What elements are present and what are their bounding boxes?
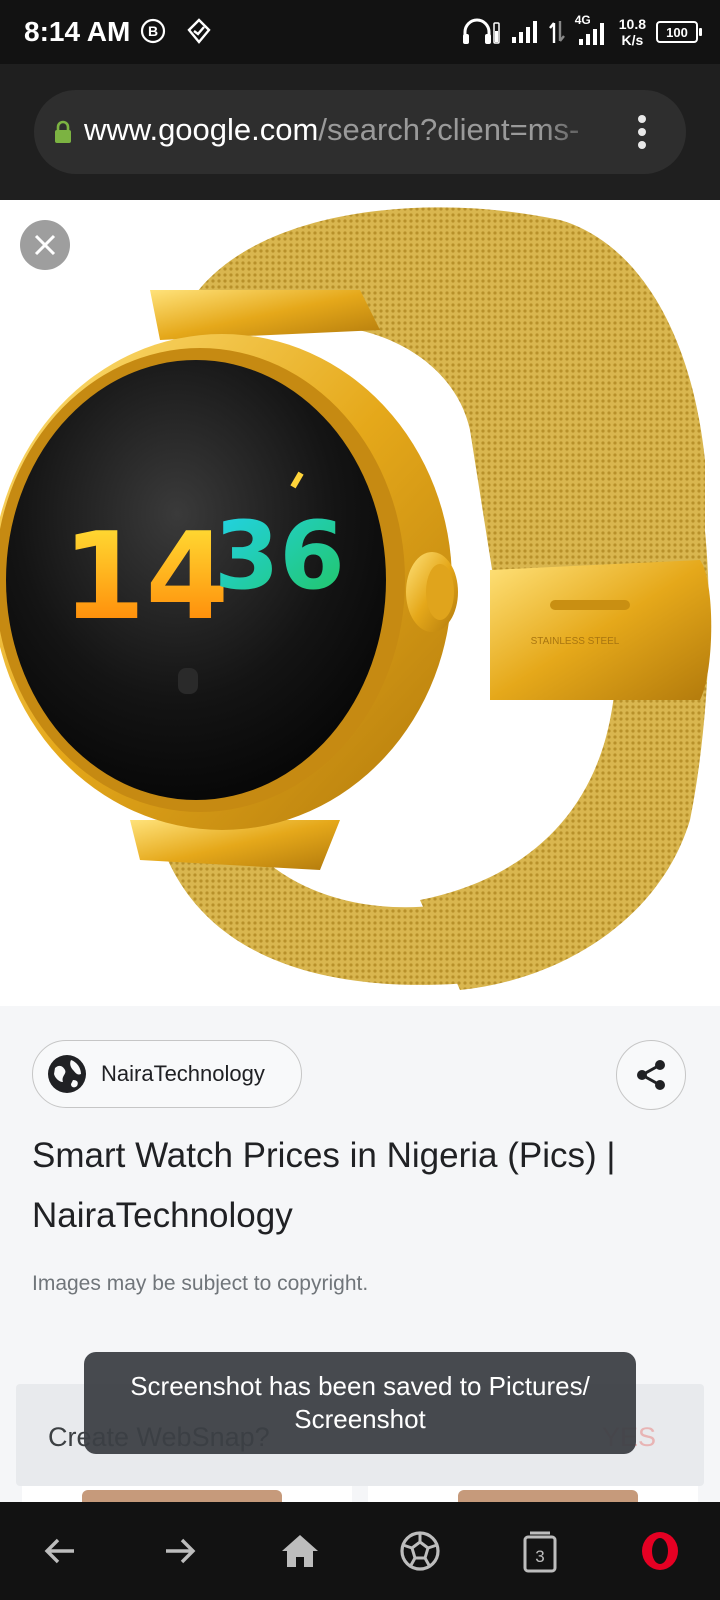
source-name: NairaTechnology bbox=[101, 1061, 265, 1086]
headphones-icon bbox=[462, 18, 500, 44]
back-button[interactable] bbox=[30, 1521, 90, 1581]
result-title[interactable]: Smart Watch Prices in Nigeria (Pics) | N… bbox=[32, 1126, 682, 1246]
clasp-text: STAINLESS STEEL bbox=[531, 636, 620, 647]
more-vert-icon[interactable] bbox=[636, 114, 648, 150]
share-icon bbox=[637, 1060, 665, 1090]
b-circle-icon: B bbox=[140, 18, 166, 44]
tabs-icon: 3 bbox=[523, 1531, 557, 1573]
opera-logo-icon bbox=[642, 1532, 678, 1570]
screenshot-toast: Screenshot has been saved to Pictures/ S… bbox=[84, 1352, 636, 1454]
close-icon bbox=[34, 234, 56, 256]
signal-4g: 4G bbox=[575, 13, 609, 47]
smartwatch-image: STAINLESS STEEL 14 36 bbox=[0, 200, 720, 1006]
arrow-forward-icon bbox=[166, 1538, 196, 1564]
url-path: /search?client=ms- bbox=[318, 112, 580, 147]
related-thumbnail[interactable] bbox=[22, 1486, 352, 1502]
soccer-ball-icon bbox=[400, 1531, 440, 1571]
battery-icon: 100 bbox=[656, 21, 702, 43]
tab-count: 3 bbox=[535, 1547, 544, 1566]
source-chip[interactable]: NairaTechnology bbox=[32, 1040, 302, 1108]
speed-dial-button[interactable] bbox=[390, 1521, 450, 1581]
net-speed-value: 10.8 bbox=[618, 16, 646, 32]
toast-line1: Screenshot has been saved to Pictures/ bbox=[130, 1371, 590, 1401]
status-time: 8:14 AM bbox=[24, 16, 131, 47]
battery-level: 100 bbox=[666, 24, 688, 40]
arrow-back-icon bbox=[44, 1538, 74, 1564]
signal-bars-icon bbox=[578, 23, 604, 45]
url-host: www.google.com bbox=[84, 112, 319, 147]
toast-line2: Screenshot bbox=[294, 1404, 426, 1434]
bottom-nav: 3 bbox=[0, 1502, 720, 1600]
status-right-icons: 4G 10.8 K/s 100 bbox=[461, 13, 702, 50]
data-arrows-icon bbox=[548, 21, 565, 43]
status-bar: 8:14 AM B 4G 10.8 K/s 100 bbox=[0, 0, 720, 64]
copyright-note: Images may be subject to copyright. bbox=[32, 1272, 369, 1295]
signal-bars-icon bbox=[511, 21, 537, 43]
forward-button[interactable] bbox=[150, 1521, 210, 1581]
tabs-button[interactable]: 3 bbox=[510, 1521, 570, 1581]
related-thumbnails bbox=[0, 1486, 720, 1502]
thumbnail-preview bbox=[458, 1490, 638, 1502]
globe-icon bbox=[48, 1055, 86, 1093]
address-bar[interactable]: www.google.com/search?client=ms- bbox=[34, 90, 686, 174]
image-viewer[interactable]: STAINLESS STEEL 14 36 bbox=[0, 200, 720, 1006]
home-button[interactable] bbox=[270, 1521, 330, 1581]
watch-minutes: 36 bbox=[214, 502, 345, 611]
close-image-button[interactable] bbox=[20, 220, 70, 270]
share-button[interactable] bbox=[616, 1040, 686, 1110]
opera-menu-button[interactable] bbox=[630, 1521, 690, 1581]
url-text[interactable]: www.google.com/search?client=ms- bbox=[84, 112, 614, 152]
related-thumbnail[interactable] bbox=[368, 1486, 698, 1502]
svg-text:B: B bbox=[148, 23, 158, 39]
lock-icon bbox=[55, 120, 71, 143]
thumbnail-preview bbox=[82, 1490, 282, 1502]
net-speed-unit: K/s bbox=[621, 32, 644, 48]
shield-check-icon bbox=[187, 18, 211, 44]
browser-toolbar: www.google.com/search?client=ms- bbox=[0, 64, 720, 200]
net-speed: 10.8 K/s bbox=[619, 16, 646, 48]
home-icon bbox=[282, 1535, 318, 1567]
watch-hours: 14 bbox=[62, 508, 229, 647]
